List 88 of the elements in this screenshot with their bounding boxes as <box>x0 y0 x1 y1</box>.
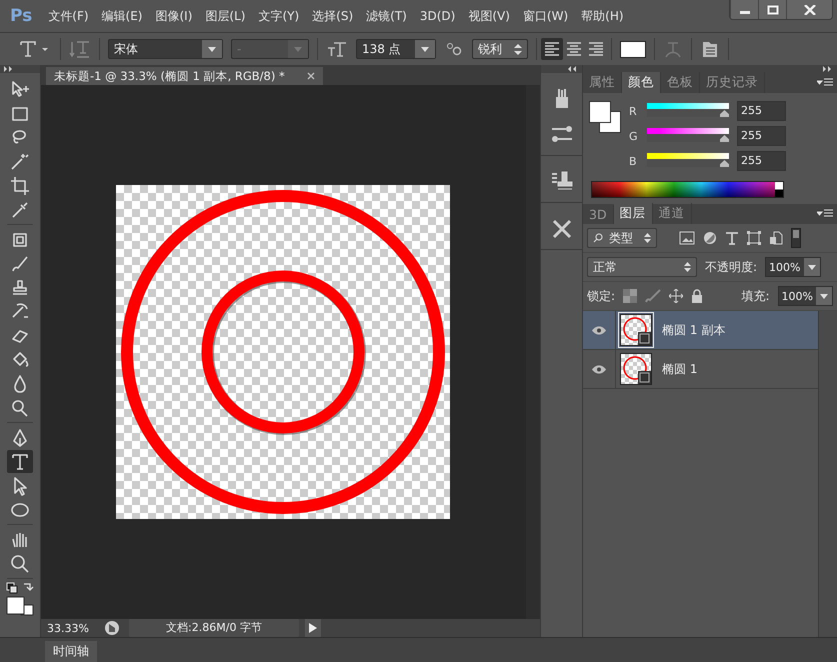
document-info: 文档:2.86M/0 字节 <box>129 619 299 637</box>
menu-item[interactable]: 编辑(E) <box>102 8 142 24</box>
panel-tab[interactable]: 历史记录 <box>700 72 765 93</box>
eye-icon[interactable] <box>592 326 606 334</box>
panel-tab[interactable]: 图层 <box>614 203 653 224</box>
type-filter-icon[interactable] <box>725 231 739 245</box>
layer-thumbnail <box>620 353 652 385</box>
font-size-dropdown[interactable]: 138 点 <box>356 39 436 59</box>
stepper-icon[interactable] <box>684 262 691 272</box>
layer-name: 椭圆 1 副本 <box>662 322 726 338</box>
timeline-tab[interactable]: 时间轴 <box>45 641 97 662</box>
channel-slider[interactable] <box>647 153 729 167</box>
layer-thumbnail <box>620 314 652 346</box>
smart-object-filter-icon[interactable] <box>769 231 783 245</box>
stepper-icon[interactable] <box>644 233 651 243</box>
filter-toggle-icon[interactable] <box>791 228 801 248</box>
menu-item[interactable]: 3D(D) <box>420 9 456 23</box>
opacity-field[interactable]: 100% <box>765 257 820 277</box>
layer-row[interactable]: 椭圆 1 <box>583 350 818 389</box>
font-family-dropdown[interactable]: 宋体 <box>108 39 223 59</box>
close-icon[interactable] <box>306 72 315 80</box>
move-icon[interactable] <box>669 289 684 303</box>
opacity-label: 不透明度: <box>705 258 758 276</box>
menu-item[interactable]: 窗口(W) <box>522 8 568 24</box>
channel-label: G <box>629 130 639 142</box>
lock-transparency-icon[interactable] <box>623 289 638 303</box>
menu-item[interactable]: 图层(L) <box>205 8 246 24</box>
slider-thumb[interactable] <box>720 135 729 142</box>
text-color-swatch[interactable] <box>620 40 646 58</box>
panel-menu-icon[interactable] <box>817 209 833 219</box>
caret-icon[interactable] <box>820 294 828 298</box>
channel-value-field[interactable]: 255 <box>737 101 786 121</box>
blend-mode-dropdown[interactable]: 正常 <box>587 257 697 277</box>
channel-label: B <box>629 154 638 168</box>
maximize-icon[interactable] <box>766 4 778 14</box>
stamp-list-icon[interactable] <box>550 170 574 192</box>
shape-filter-icon[interactable] <box>747 231 761 245</box>
menu-item[interactable]: 图像(I) <box>156 8 192 24</box>
menu-item[interactable]: 帮助(H) <box>581 8 624 24</box>
channel-slider[interactable] <box>647 103 729 117</box>
channel-slider[interactable] <box>647 128 729 142</box>
play-icon[interactable] <box>309 623 317 633</box>
fill-field[interactable]: 100% <box>778 286 833 306</box>
stepper-icon[interactable] <box>514 44 522 54</box>
layer-row[interactable]: 椭圆 1 副本 <box>583 311 818 350</box>
lock-label: 锁定: <box>587 288 616 304</box>
menu-item[interactable]: 选择(S) <box>312 8 354 24</box>
color-swatches-icon[interactable] <box>589 101 621 133</box>
menu-item[interactable]: 滤镜(T) <box>366 8 407 24</box>
channel-value-field[interactable]: 255 <box>737 151 786 171</box>
status-menu-button[interactable] <box>305 619 321 637</box>
brush-settings-icon[interactable] <box>550 123 574 145</box>
panel-tab[interactable]: 色板 <box>661 72 700 93</box>
menu-item[interactable]: 文字(Y) <box>258 8 300 24</box>
anti-alias-dropdown[interactable]: 锐利 <box>472 39 528 59</box>
maximize-button[interactable] <box>758 0 786 19</box>
color-spectrum[interactable] <box>591 181 784 198</box>
panel-tab[interactable]: 颜色 <box>622 72 661 93</box>
slider-thumb[interactable] <box>720 160 729 167</box>
zoom-level[interactable]: 33.33% <box>47 622 95 634</box>
minimize-button[interactable] <box>730 0 758 19</box>
panel-tab[interactable]: 通道 <box>652 203 692 224</box>
caret-icon[interactable] <box>208 46 216 52</box>
scrollbar-track[interactable] <box>526 85 540 619</box>
document-tab[interactable]: 未标题-1 @ 33.3% (椭圆 1 副本, RGB/8) * <box>46 67 323 85</box>
font-size-icon <box>326 39 348 59</box>
menu-item[interactable]: 视图(V) <box>468 8 510 24</box>
channel-value-field[interactable]: 255 <box>737 126 786 146</box>
close-button[interactable] <box>786 0 832 19</box>
panel-menu-icon[interactable] <box>817 78 833 88</box>
panel-toggle-icon[interactable] <box>700 39 720 59</box>
slider-thumb[interactable] <box>720 110 729 117</box>
scrollbar-track[interactable] <box>819 311 837 637</box>
caret-icon[interactable] <box>421 46 429 52</box>
search-icon[interactable] <box>593 233 603 243</box>
menu-item[interactable]: 文件(F) <box>48 8 89 24</box>
fill-label: 填充: <box>742 288 770 304</box>
layer-name: 椭圆 1 <box>662 360 698 378</box>
app-logo: Ps <box>10 6 32 26</box>
eye-icon[interactable] <box>592 364 606 374</box>
channel-label: R <box>629 104 638 118</box>
color-swatches-icon[interactable] <box>6 596 34 616</box>
adjustment-filter-icon[interactable] <box>703 231 717 245</box>
swap-colors-icon[interactable] <box>5 581 35 594</box>
lock-icon[interactable] <box>691 289 704 303</box>
layer-filter-dropdown[interactable]: 类型 <box>587 228 657 248</box>
caret-icon[interactable] <box>808 264 816 270</box>
image-filter-icon[interactable] <box>679 231 695 245</box>
